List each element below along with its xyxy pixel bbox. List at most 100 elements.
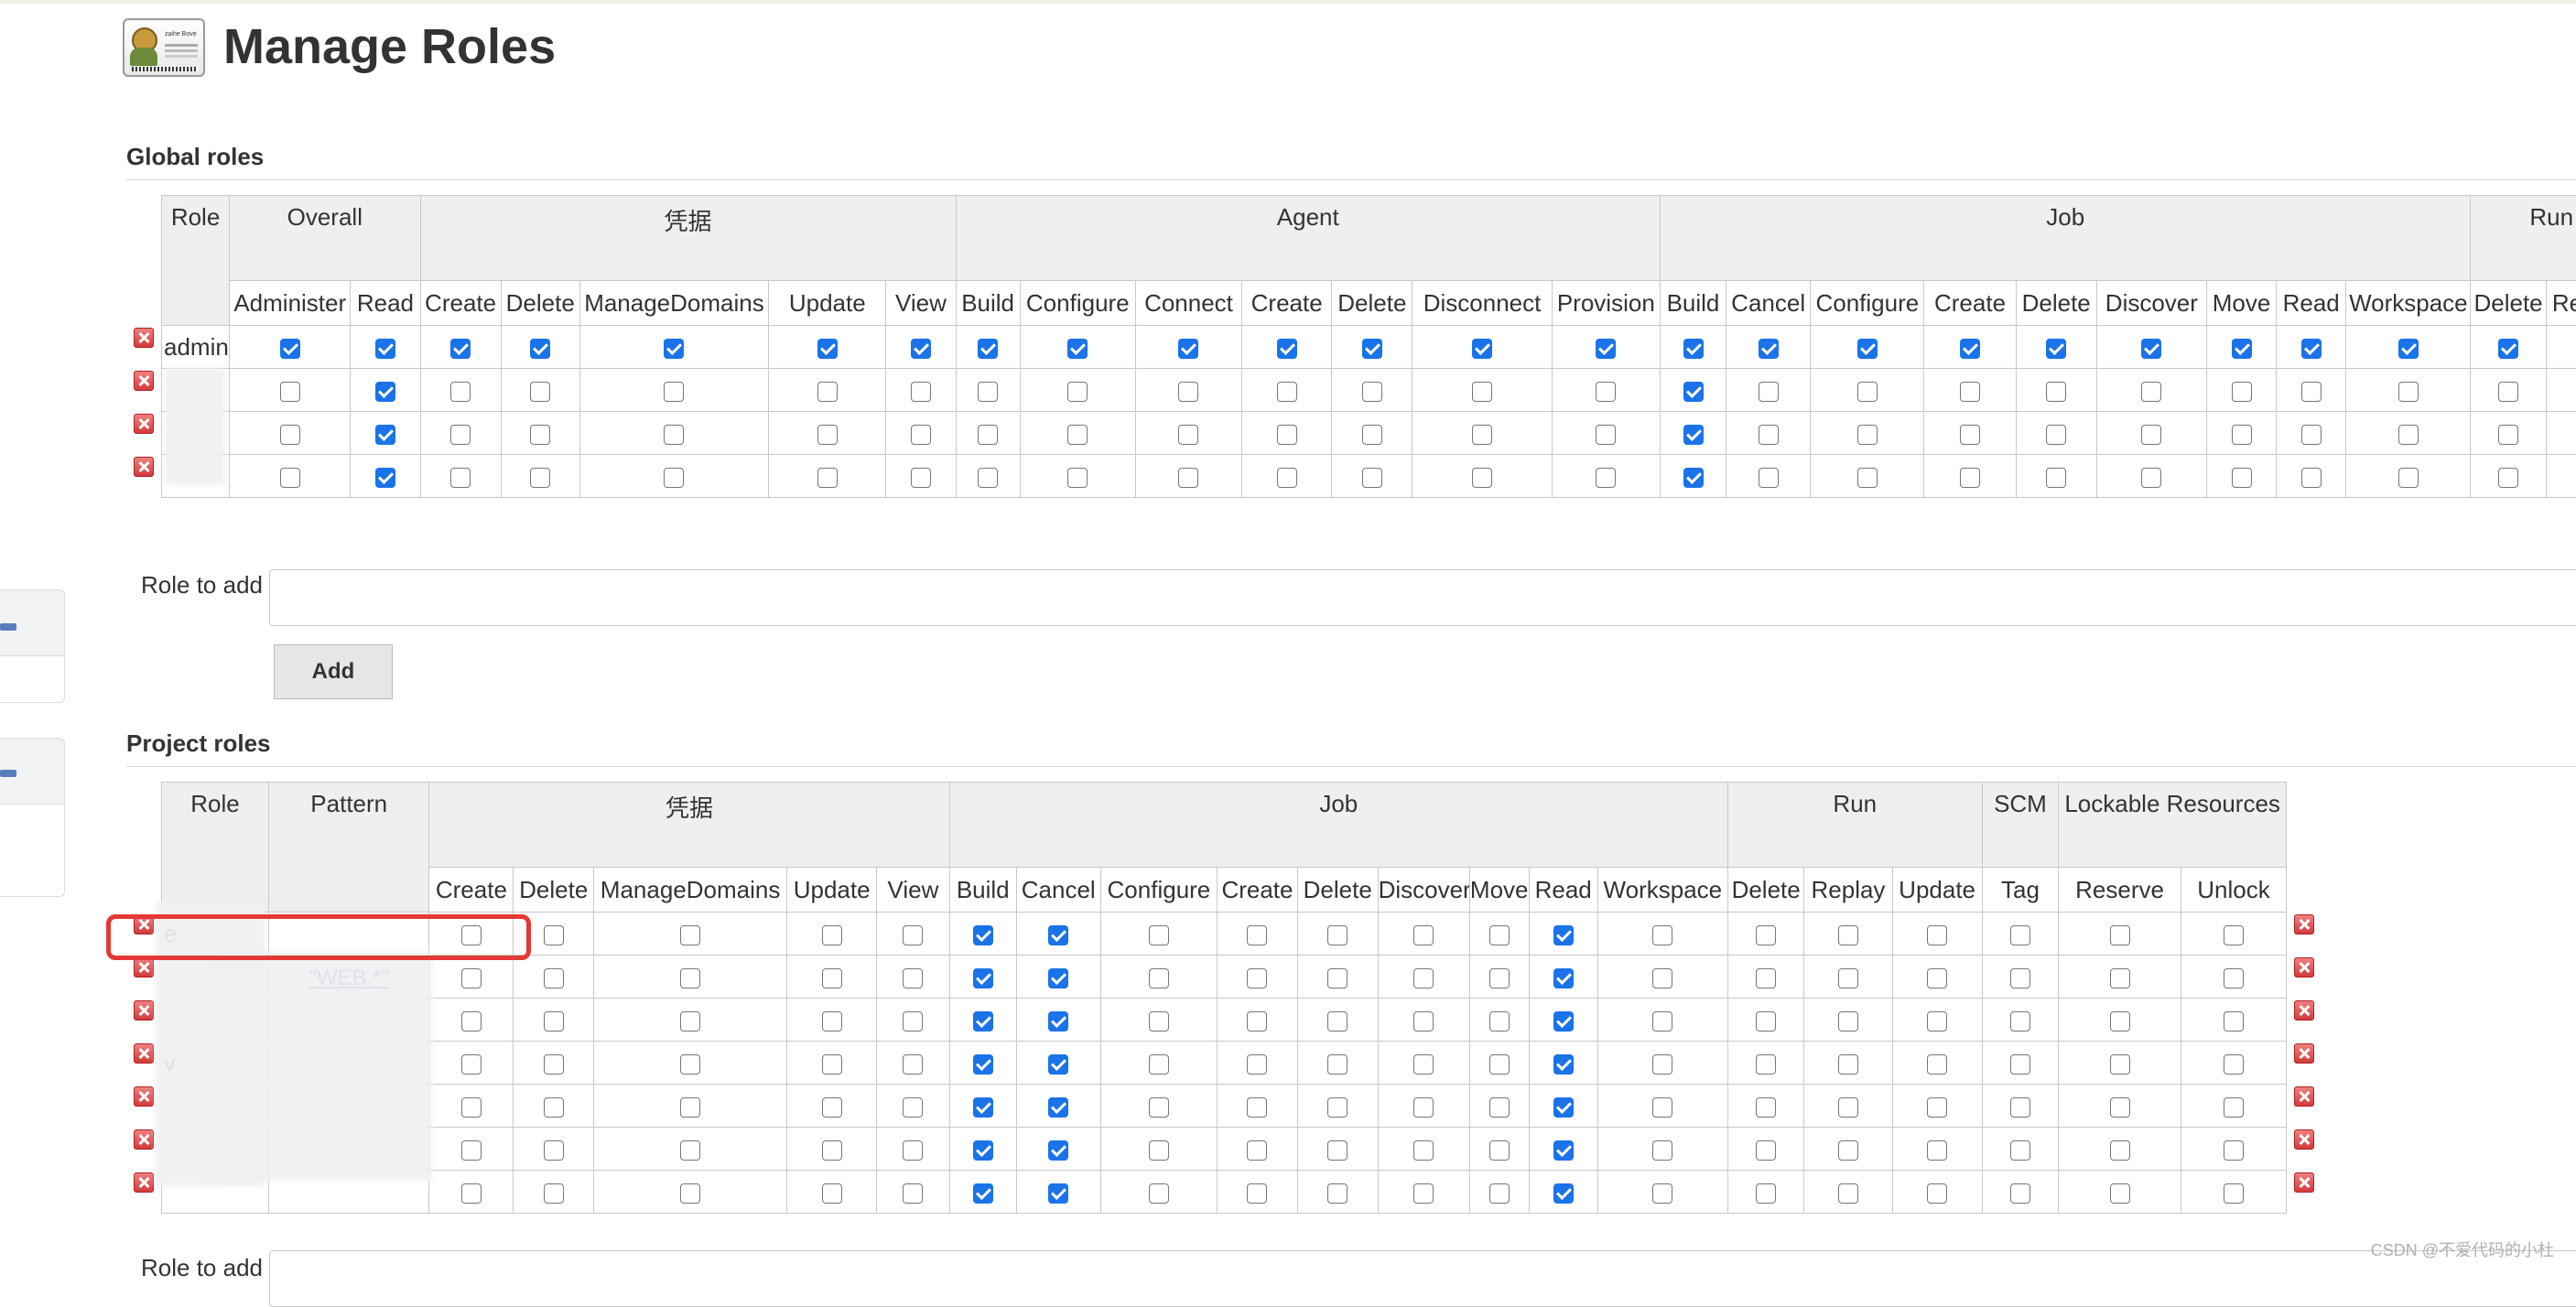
permission-checkbox[interactable] (973, 1183, 993, 1204)
permission-checkbox[interactable] (2046, 425, 2066, 445)
permission-checkbox[interactable] (973, 1054, 993, 1075)
permission-checkbox[interactable] (1489, 1011, 1510, 1032)
delete-role-button[interactable] (134, 1172, 154, 1193)
permission-checkbox[interactable] (1489, 1054, 1510, 1075)
permission-checkbox[interactable] (1927, 968, 1947, 988)
permission-checkbox[interactable] (2110, 1097, 2130, 1118)
permission-checkbox[interactable] (1149, 1140, 1169, 1161)
permission-checkbox[interactable] (973, 1140, 993, 1161)
permission-checkbox[interactable] (973, 925, 993, 945)
permission-checkbox[interactable] (1683, 425, 1704, 445)
permission-checkbox[interactable] (1756, 1140, 1776, 1161)
permission-checkbox[interactable] (1553, 1140, 1574, 1161)
permission-checkbox[interactable] (1857, 468, 1878, 488)
permission-checkbox[interactable] (2224, 925, 2244, 945)
permission-checkbox[interactable] (903, 925, 923, 945)
permission-checkbox[interactable] (1489, 968, 1510, 988)
permission-checkbox[interactable] (461, 1140, 482, 1161)
permission-checkbox[interactable] (2498, 339, 2518, 359)
permission-checkbox[interactable] (680, 1140, 700, 1161)
permission-checkbox[interactable] (544, 1183, 564, 1204)
permission-checkbox[interactable] (2046, 468, 2066, 488)
permission-checkbox[interactable] (1756, 968, 1776, 988)
permission-checkbox[interactable] (530, 425, 550, 445)
permission-checkbox[interactable] (375, 382, 395, 402)
permission-checkbox[interactable] (1327, 1011, 1348, 1032)
permission-checkbox[interactable] (664, 468, 684, 488)
delete-role-button[interactable] (134, 1129, 154, 1150)
permission-checkbox[interactable] (1596, 468, 1616, 488)
permission-checkbox[interactable] (1327, 1097, 1348, 1118)
permission-checkbox[interactable] (1756, 1054, 1776, 1075)
delete-role-button[interactable] (2294, 1172, 2314, 1193)
permission-checkbox[interactable] (822, 925, 842, 945)
permission-checkbox[interactable] (1759, 468, 1779, 488)
permission-checkbox[interactable] (1960, 382, 1980, 402)
permission-checkbox[interactable] (2010, 1140, 2030, 1161)
permission-checkbox[interactable] (2110, 1140, 2130, 1161)
permission-checkbox[interactable] (1149, 1183, 1169, 1204)
permission-checkbox[interactable] (1652, 1054, 1672, 1075)
permission-checkbox[interactable] (1759, 339, 1779, 359)
permission-checkbox[interactable] (1472, 468, 1492, 488)
permission-checkbox[interactable] (2046, 339, 2066, 359)
permission-checkbox[interactable] (1838, 1011, 1858, 1032)
permission-checkbox[interactable] (1247, 1140, 1267, 1161)
permission-checkbox[interactable] (817, 339, 838, 359)
permission-checkbox[interactable] (1362, 425, 1382, 445)
permission-checkbox[interactable] (1596, 425, 1616, 445)
permission-checkbox[interactable] (1960, 425, 1980, 445)
permission-checkbox[interactable] (1553, 968, 1574, 988)
permission-checkbox[interactable] (2224, 1011, 2244, 1032)
permission-checkbox[interactable] (2046, 382, 2066, 402)
delete-role-button[interactable] (134, 414, 154, 434)
delete-role-button[interactable] (2294, 1000, 2314, 1021)
permission-checkbox[interactable] (461, 1054, 482, 1075)
permission-checkbox[interactable] (280, 339, 300, 359)
permission-checkbox[interactable] (911, 339, 931, 359)
permission-checkbox[interactable] (1596, 382, 1616, 402)
permission-checkbox[interactable] (1683, 382, 1704, 402)
side-widget-1[interactable] (0, 589, 65, 703)
permission-checkbox[interactable] (822, 968, 842, 988)
permission-checkbox[interactable] (461, 1011, 482, 1032)
delete-role-button[interactable] (2294, 1043, 2314, 1064)
permission-checkbox[interactable] (2110, 968, 2130, 988)
permission-checkbox[interactable] (664, 382, 684, 402)
permission-checkbox[interactable] (2301, 339, 2322, 359)
permission-checkbox[interactable] (911, 425, 931, 445)
permission-checkbox[interactable] (1149, 1097, 1169, 1118)
permission-checkbox[interactable] (1048, 1140, 1068, 1161)
permission-checkbox[interactable] (664, 425, 684, 445)
permission-checkbox[interactable] (1277, 425, 1297, 445)
permission-checkbox[interactable] (1756, 1011, 1776, 1032)
permission-checkbox[interactable] (1413, 1011, 1434, 1032)
permission-checkbox[interactable] (2224, 1183, 2244, 1204)
permission-checkbox[interactable] (1553, 1183, 1574, 1204)
permission-checkbox[interactable] (1178, 468, 1198, 488)
permission-checkbox[interactable] (1927, 1140, 1947, 1161)
permission-checkbox[interactable] (2141, 425, 2161, 445)
permission-checkbox[interactable] (1553, 1011, 1574, 1032)
permission-checkbox[interactable] (1413, 1140, 1434, 1161)
permission-checkbox[interactable] (1362, 382, 1382, 402)
permission-checkbox[interactable] (1960, 468, 1980, 488)
permission-checkbox[interactable] (1048, 1011, 1068, 1032)
permission-checkbox[interactable] (1652, 968, 1672, 988)
permission-checkbox[interactable] (822, 1054, 842, 1075)
permission-checkbox[interactable] (1149, 1054, 1169, 1075)
permission-checkbox[interactable] (1413, 1097, 1434, 1118)
permission-checkbox[interactable] (375, 339, 395, 359)
permission-checkbox[interactable] (2224, 1140, 2244, 1161)
permission-checkbox[interactable] (1048, 925, 1068, 945)
permission-checkbox[interactable] (664, 339, 684, 359)
permission-checkbox[interactable] (1067, 339, 1088, 359)
permission-checkbox[interactable] (1067, 425, 1088, 445)
delete-role-button[interactable] (134, 957, 154, 978)
permission-checkbox[interactable] (1247, 1011, 1267, 1032)
permission-checkbox[interactable] (544, 925, 564, 945)
permission-checkbox[interactable] (280, 382, 300, 402)
permission-checkbox[interactable] (1413, 968, 1434, 988)
permission-checkbox[interactable] (1327, 925, 1348, 945)
permission-checkbox[interactable] (1178, 339, 1198, 359)
